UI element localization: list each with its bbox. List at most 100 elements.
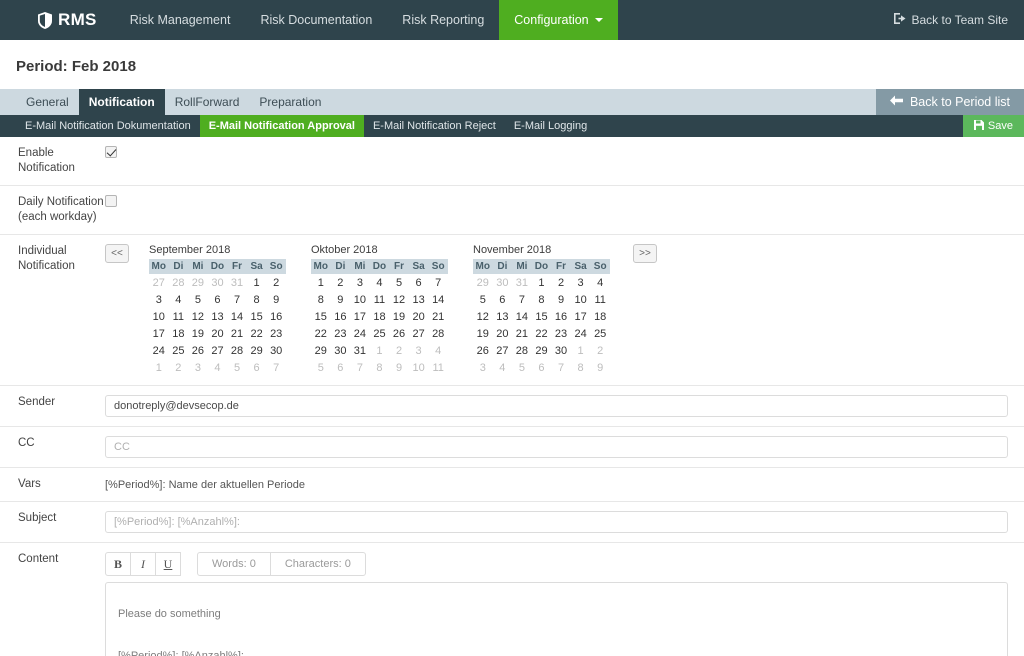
calendar-day-adjacent[interactable]: 31 bbox=[227, 274, 247, 291]
calendar-day-adjacent[interactable]: 2 bbox=[590, 342, 610, 359]
calendar-day-adjacent[interactable]: 2 bbox=[169, 359, 189, 376]
calendar-day[interactable]: 21 bbox=[227, 325, 247, 342]
calendar-day[interactable]: 2 bbox=[331, 274, 351, 291]
calendar-day[interactable]: 15 bbox=[532, 308, 552, 325]
calendar-day[interactable]: 2 bbox=[266, 274, 286, 291]
calendar-day[interactable]: 5 bbox=[188, 291, 208, 308]
calendar-day-adjacent[interactable]: 5 bbox=[227, 359, 247, 376]
tab-email-notification-approval[interactable]: E-Mail Notification Approval bbox=[199, 115, 364, 137]
calendar-day[interactable]: 14 bbox=[227, 308, 247, 325]
nav-link-risk-reporting[interactable]: Risk Reporting bbox=[387, 0, 499, 40]
calendar-day[interactable]: 3 bbox=[149, 291, 169, 308]
calendar-day[interactable]: 12 bbox=[473, 308, 493, 325]
calendar-day[interactable]: 13 bbox=[409, 291, 429, 308]
calendar-day-adjacent[interactable]: 6 bbox=[247, 359, 267, 376]
calendar-day[interactable]: 28 bbox=[227, 342, 247, 359]
back-to-period-list-button[interactable]: Back to Period list bbox=[875, 89, 1024, 115]
calendar-prev-button[interactable]: << bbox=[105, 244, 129, 263]
calendar-day[interactable]: 20 bbox=[493, 325, 513, 342]
calendar-day-adjacent[interactable]: 7 bbox=[551, 359, 571, 376]
italic-button[interactable]: I bbox=[130, 552, 156, 576]
calendar-day[interactable]: 4 bbox=[590, 274, 610, 291]
calendar-day-adjacent[interactable]: 8 bbox=[370, 359, 390, 376]
calendar-next-button[interactable]: >> bbox=[633, 244, 657, 263]
calendar-day[interactable]: 25 bbox=[590, 325, 610, 342]
calendar-day[interactable]: 3 bbox=[571, 274, 591, 291]
calendar-day-adjacent[interactable]: 29 bbox=[188, 274, 208, 291]
calendar-day[interactable]: 29 bbox=[247, 342, 267, 359]
calendar-day[interactable]: 6 bbox=[409, 274, 429, 291]
calendar-day[interactable]: 8 bbox=[532, 291, 552, 308]
calendar-day[interactable]: 17 bbox=[149, 325, 169, 342]
calendar-day[interactable]: 10 bbox=[149, 308, 169, 325]
calendar-day[interactable]: 15 bbox=[247, 308, 267, 325]
calendar-day[interactable]: 1 bbox=[311, 274, 331, 291]
calendar-day[interactable]: 4 bbox=[370, 274, 390, 291]
calendar-day[interactable]: 24 bbox=[571, 325, 591, 342]
calendar-day[interactable]: 29 bbox=[532, 342, 552, 359]
calendar-day[interactable]: 18 bbox=[169, 325, 189, 342]
calendar-day[interactable]: 7 bbox=[227, 291, 247, 308]
calendar-day-adjacent[interactable]: 1 bbox=[149, 359, 169, 376]
calendar-day[interactable]: 20 bbox=[208, 325, 228, 342]
calendar-day-adjacent[interactable]: 5 bbox=[311, 359, 331, 376]
calendar-day-adjacent[interactable]: 11 bbox=[428, 359, 448, 376]
sender-input[interactable] bbox=[105, 395, 1008, 417]
calendar-day[interactable]: 13 bbox=[493, 308, 513, 325]
calendar-day[interactable]: 24 bbox=[350, 325, 370, 342]
calendar-day[interactable]: 21 bbox=[428, 308, 448, 325]
calendar-day[interactable]: 22 bbox=[247, 325, 267, 342]
calendar-day[interactable]: 26 bbox=[389, 325, 409, 342]
calendar-day[interactable]: 25 bbox=[169, 342, 189, 359]
calendar-day-adjacent[interactable]: 28 bbox=[169, 274, 189, 291]
calendar-day[interactable]: 14 bbox=[428, 291, 448, 308]
nav-link-risk-management[interactable]: Risk Management bbox=[115, 0, 246, 40]
subject-input[interactable] bbox=[105, 511, 1008, 533]
calendar-day[interactable]: 14 bbox=[512, 308, 532, 325]
nav-link-configuration[interactable]: Configuration bbox=[499, 0, 618, 40]
calendar-day-adjacent[interactable]: 4 bbox=[208, 359, 228, 376]
calendar-day-adjacent[interactable]: 9 bbox=[389, 359, 409, 376]
calendar-day[interactable]: 6 bbox=[493, 291, 513, 308]
calendar-day[interactable]: 26 bbox=[473, 342, 493, 359]
calendar-day[interactable]: 22 bbox=[311, 325, 331, 342]
calendar-day[interactable]: 30 bbox=[551, 342, 571, 359]
daily-notification-checkbox[interactable] bbox=[105, 195, 117, 207]
calendar-day[interactable]: 31 bbox=[350, 342, 370, 359]
calendar-day[interactable]: 6 bbox=[208, 291, 228, 308]
tab-rollforward[interactable]: RollForward bbox=[165, 89, 250, 115]
nav-link-risk-documentation[interactable]: Risk Documentation bbox=[245, 0, 387, 40]
calendar-day[interactable]: 10 bbox=[571, 291, 591, 308]
calendar-day-adjacent[interactable]: 3 bbox=[473, 359, 493, 376]
calendar-day[interactable]: 11 bbox=[590, 291, 610, 308]
calendar-day-adjacent[interactable]: 30 bbox=[208, 274, 228, 291]
calendar-day[interactable]: 17 bbox=[350, 308, 370, 325]
calendar-day[interactable]: 5 bbox=[473, 291, 493, 308]
tab-email-logging[interactable]: E-Mail Logging bbox=[505, 115, 596, 137]
calendar-day[interactable]: 28 bbox=[512, 342, 532, 359]
calendar-day-adjacent[interactable]: 6 bbox=[532, 359, 552, 376]
calendar-day-adjacent[interactable]: 1 bbox=[571, 342, 591, 359]
calendar-day[interactable]: 12 bbox=[389, 291, 409, 308]
calendar-day-adjacent[interactable]: 4 bbox=[428, 342, 448, 359]
calendar-day[interactable]: 4 bbox=[169, 291, 189, 308]
calendar-day-adjacent[interactable]: 3 bbox=[188, 359, 208, 376]
calendar-day-adjacent[interactable]: 7 bbox=[350, 359, 370, 376]
calendar-day[interactable]: 28 bbox=[428, 325, 448, 342]
calendar-day-adjacent[interactable]: 7 bbox=[266, 359, 286, 376]
calendar-day[interactable]: 21 bbox=[512, 325, 532, 342]
calendar-day-adjacent[interactable]: 6 bbox=[331, 359, 351, 376]
calendar-day[interactable]: 30 bbox=[266, 342, 286, 359]
calendar-day[interactable]: 10 bbox=[350, 291, 370, 308]
calendar-day-adjacent[interactable]: 27 bbox=[149, 274, 169, 291]
calendar-day-adjacent[interactable]: 2 bbox=[389, 342, 409, 359]
brand-logo[interactable]: RMS bbox=[0, 0, 115, 40]
content-editor-body[interactable]: Please do something [%Period%]: [%Anzahl… bbox=[105, 582, 1008, 656]
calendar-day[interactable]: 19 bbox=[389, 308, 409, 325]
calendar-day[interactable]: 7 bbox=[512, 291, 532, 308]
calendar-day[interactable]: 9 bbox=[266, 291, 286, 308]
bold-button[interactable]: B bbox=[105, 552, 131, 576]
calendar-day[interactable]: 19 bbox=[188, 325, 208, 342]
calendar-day[interactable]: 3 bbox=[350, 274, 370, 291]
calendar-day[interactable]: 5 bbox=[389, 274, 409, 291]
